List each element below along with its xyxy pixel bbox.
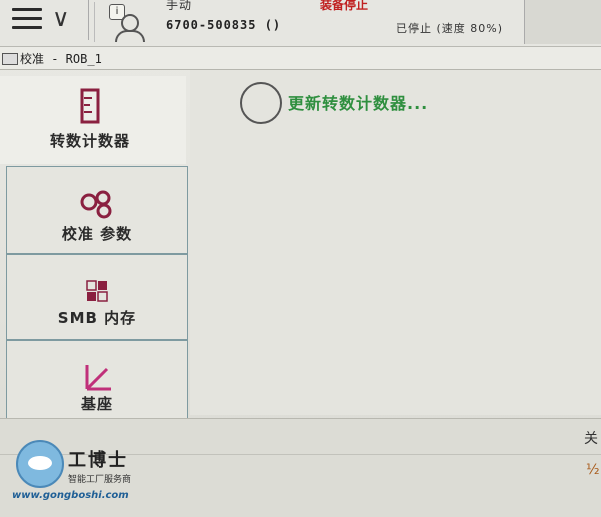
sidebar-item-revolution-counters[interactable]: 转数计数器 bbox=[0, 76, 186, 164]
sidebar-item-calibration-params[interactable]: 校准 参数 bbox=[6, 166, 188, 254]
controller-id: 6700-500835 () bbox=[166, 18, 282, 32]
progress-spinner-icon bbox=[240, 82, 282, 124]
operating-mode: 手动 bbox=[166, 0, 193, 12]
memory-icon bbox=[86, 280, 108, 302]
watermark-brand: 工博士 bbox=[68, 450, 128, 471]
watermark-tagline: 智能工厂服务商 bbox=[68, 475, 132, 485]
mascot-logo-icon bbox=[16, 440, 64, 488]
sidebar-item-smb-memory[interactable]: SMB 内存 bbox=[6, 254, 188, 340]
status-message: 更新转数计数器... bbox=[288, 94, 429, 113]
ruler-icon bbox=[80, 88, 100, 124]
window-title-bar: 校准 - ROB_1 bbox=[0, 47, 601, 70]
sidebar-item-label: SMB 内存 bbox=[57, 309, 137, 327]
sidebar-item-base-frame[interactable]: 基座 bbox=[6, 340, 188, 426]
sidebar-item-label: 转数计数器 bbox=[49, 132, 130, 150]
program-status: 已停止 (速度 80%) bbox=[396, 22, 504, 35]
main-menu-button[interactable]: ∨ bbox=[0, 0, 89, 40]
axis-icon bbox=[85, 365, 111, 391]
operator-window-icon[interactable]: i bbox=[94, 2, 147, 42]
edge-button[interactable]: ½ bbox=[586, 462, 601, 490]
edge-text: 关 bbox=[584, 431, 598, 447]
gears-icon bbox=[80, 190, 112, 219]
close-area[interactable] bbox=[524, 0, 601, 44]
top-bar: ∨ i 手动 6700-500835 () 装备停止 已停止 (速度 80%) bbox=[0, 0, 601, 47]
motor-state: 装备停止 bbox=[320, 0, 369, 12]
screen: ∨ i 手动 6700-500835 () 装备停止 已停止 (速度 80%) … bbox=[0, 0, 601, 517]
window-icon bbox=[2, 53, 18, 65]
watermark-url: www.gongboshi.com bbox=[12, 490, 129, 501]
window-title: 校准 - ROB_1 bbox=[20, 52, 102, 66]
hamburger-icon bbox=[12, 8, 42, 35]
sidebar-item-label: 校准 参数 bbox=[61, 225, 133, 243]
sidebar-item-label: 基座 bbox=[80, 395, 113, 413]
chevron-down-icon: ∨ bbox=[52, 4, 70, 32]
watermark: 工博士 智能工厂服务商 www.gongboshi.com bbox=[8, 434, 158, 512]
